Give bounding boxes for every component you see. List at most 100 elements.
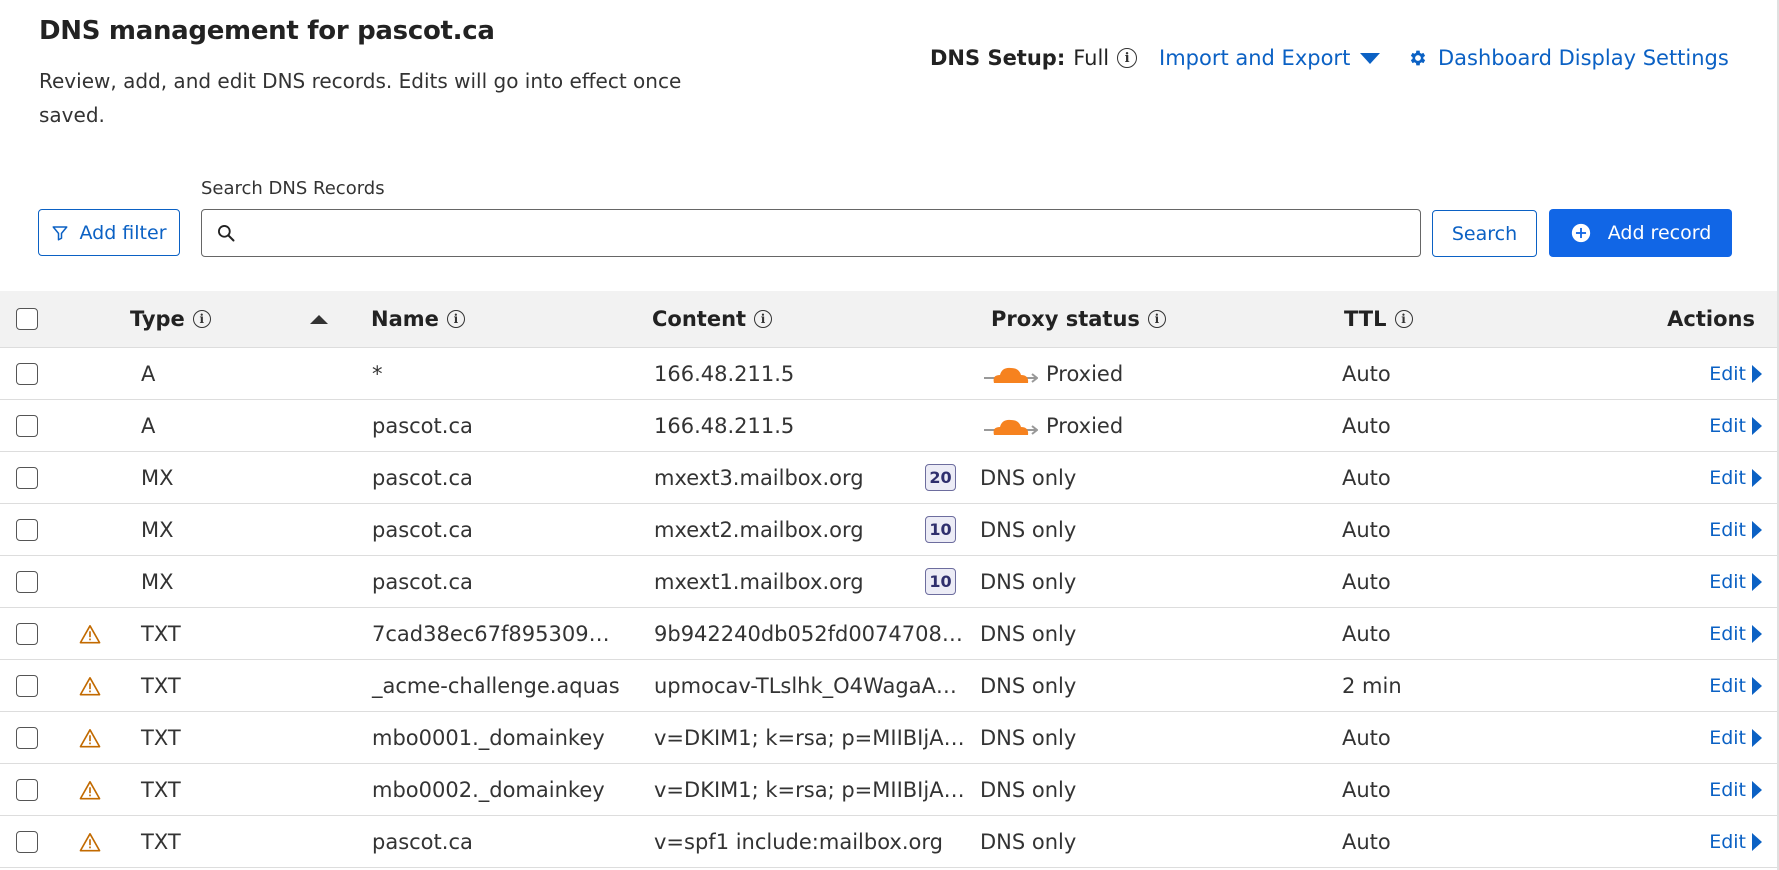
row-checkbox[interactable] xyxy=(16,518,38,541)
add-record-button[interactable]: Add record xyxy=(1549,209,1732,257)
proxy-cell: DNS only xyxy=(980,504,1076,555)
row-checkbox[interactable] xyxy=(16,466,38,489)
edit-label: Edit xyxy=(1709,570,1746,593)
search-button[interactable]: Search xyxy=(1432,210,1537,257)
info-icon[interactable]: i xyxy=(1147,310,1166,328)
row-checkbox[interactable] xyxy=(16,414,38,437)
row-select-cell xyxy=(16,712,38,763)
proxy-status: Proxied xyxy=(1046,361,1124,386)
edit-button[interactable]: Edit xyxy=(1709,764,1762,815)
add-filter-button[interactable]: Add filter xyxy=(38,209,180,256)
gear-icon xyxy=(1410,50,1426,66)
info-icon[interactable]: i xyxy=(1394,310,1413,328)
info-icon[interactable]: i xyxy=(754,310,773,328)
row-checkbox[interactable] xyxy=(16,830,38,853)
ttl-cell: Auto xyxy=(1342,712,1391,763)
content-header-label: Content xyxy=(652,307,747,331)
search-input[interactable] xyxy=(244,210,1420,256)
edit-button[interactable]: Edit xyxy=(1709,608,1762,659)
record-name: mbo0002._domainkey xyxy=(372,777,605,802)
row-checkbox[interactable] xyxy=(16,674,38,697)
content-cell: v=DKIM1; k=rsa; p=MIIBIjA… xyxy=(654,764,965,815)
record-content: 9b942240db052fd0074708… xyxy=(654,621,963,646)
info-icon[interactable]: i xyxy=(192,310,211,328)
row-select-cell xyxy=(16,764,38,815)
proxy-cell: DNS only xyxy=(980,556,1076,607)
row-select-cell xyxy=(16,816,38,867)
proxy-status: DNS only xyxy=(980,673,1077,698)
record-name: pascot.ca xyxy=(372,465,473,490)
content-column-header[interactable]: Content i xyxy=(652,291,773,347)
import-export-label: Import and Export xyxy=(1159,46,1351,70)
table-row: A pascot.ca 166.48.211.5 Proxied Auto Ed… xyxy=(0,400,1777,452)
name-column-header[interactable]: Name i xyxy=(371,291,465,347)
orange-cloud-icon xyxy=(984,419,1038,435)
priority-badge: 20 xyxy=(925,464,956,491)
row-checkbox[interactable] xyxy=(16,570,38,593)
warning-triangle-icon xyxy=(79,676,101,695)
priority-cell: 20 xyxy=(925,452,956,503)
edit-button[interactable]: Edit xyxy=(1709,816,1762,867)
ttl-column-header[interactable]: TTL i xyxy=(1344,291,1413,347)
table-row: MX pascot.ca mxext1.mailbox.org 10 DNS o… xyxy=(0,556,1777,608)
edit-button[interactable]: Edit xyxy=(1709,556,1762,607)
record-content: 166.48.211.5 xyxy=(654,361,795,386)
table-body: A * 166.48.211.5 Proxied Auto Edit A pas… xyxy=(0,348,1777,868)
proxy-status: DNS only xyxy=(980,829,1077,854)
row-select-cell xyxy=(16,556,38,607)
record-ttl: Auto xyxy=(1342,517,1391,542)
edit-button[interactable]: Edit xyxy=(1709,712,1762,763)
warning-cell xyxy=(79,712,101,763)
content-cell: v=spf1 include:mailbox.org xyxy=(654,816,943,867)
row-checkbox[interactable] xyxy=(16,726,38,749)
dns-setup-value: Full xyxy=(1073,46,1110,70)
ttl-cell: Auto xyxy=(1342,556,1391,607)
row-checkbox[interactable] xyxy=(16,622,38,645)
edit-button[interactable]: Edit xyxy=(1709,452,1762,503)
dashboard-display-settings-link[interactable]: Dashboard Display Settings xyxy=(1408,46,1729,70)
record-ttl: Auto xyxy=(1342,725,1391,750)
edit-label: Edit xyxy=(1709,830,1746,853)
proxy-cell: DNS only xyxy=(980,608,1076,659)
proxy-column-header[interactable]: Proxy status i xyxy=(991,291,1166,347)
ttl-cell: Auto xyxy=(1342,452,1391,503)
magnifier-icon xyxy=(218,225,235,242)
import-export-dropdown[interactable]: Import and Export xyxy=(1159,46,1381,70)
name-cell: * xyxy=(372,348,383,399)
type-cell: TXT xyxy=(141,816,181,867)
record-name: 7cad38ec67f895309… xyxy=(372,621,610,646)
edit-button[interactable]: Edit xyxy=(1709,400,1762,451)
type-cell: A xyxy=(141,348,155,399)
type-cell: TXT xyxy=(141,712,181,763)
record-ttl: Auto xyxy=(1342,569,1391,594)
row-checkbox[interactable] xyxy=(16,778,38,801)
record-type: MX xyxy=(141,465,174,490)
edit-button[interactable]: Edit xyxy=(1709,504,1762,555)
select-all-checkbox[interactable] xyxy=(16,308,38,330)
edit-button[interactable]: Edit xyxy=(1709,660,1762,711)
record-name: pascot.ca xyxy=(372,829,473,854)
edit-label: Edit xyxy=(1709,726,1746,749)
table-row: MX pascot.ca mxext3.mailbox.org 20 DNS o… xyxy=(0,452,1777,504)
row-checkbox[interactable] xyxy=(16,362,38,385)
type-column-header[interactable]: Type i xyxy=(130,291,211,347)
table-header: Type i Name i Content i Proxy status i TTL i … xyxy=(0,291,1777,348)
proxy-cell: Proxied xyxy=(984,348,1123,399)
caret-right-icon xyxy=(1752,520,1762,539)
name-header-label: Name xyxy=(371,307,439,331)
dashboard-settings-label: Dashboard Display Settings xyxy=(1438,46,1729,70)
edit-label: Edit xyxy=(1709,674,1746,697)
table-row: TXT 7cad38ec67f895309… 9b942240db052fd00… xyxy=(0,608,1777,660)
record-name: _acme-challenge.aquas xyxy=(372,673,620,698)
info-icon[interactable]: i xyxy=(446,310,465,328)
warning-cell xyxy=(79,764,101,815)
funnel-icon xyxy=(52,225,68,240)
warning-triangle-icon xyxy=(79,832,101,851)
edit-button[interactable]: Edit xyxy=(1709,348,1762,399)
record-name: * xyxy=(372,361,383,386)
proxy-cell: DNS only xyxy=(980,764,1076,815)
search-box[interactable] xyxy=(201,209,1421,257)
info-icon[interactable]: i xyxy=(1117,48,1138,68)
record-type: A xyxy=(141,361,156,386)
sort-ascending-icon[interactable] xyxy=(310,314,328,324)
